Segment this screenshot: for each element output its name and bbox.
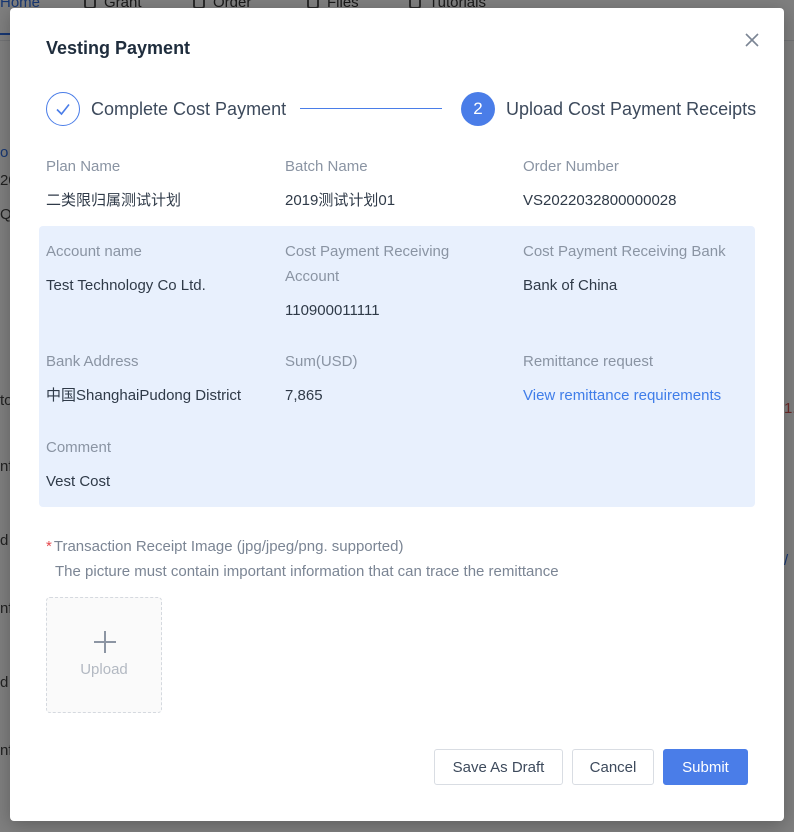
receipt-image-title: Transaction Receipt Image (jpg/jpeg/png.… [53, 538, 404, 555]
required-mark: * [46, 538, 52, 555]
close-button[interactable] [742, 30, 762, 50]
receipt-image-hint: The picture must contain important infor… [55, 563, 559, 580]
step-1-circle [46, 92, 80, 126]
close-icon [745, 33, 759, 47]
upload-button[interactable]: Upload [46, 597, 162, 713]
plan-name-value: 二类限归属测试计划 [46, 192, 182, 209]
step-2-label: Upload Cost Payment Receipts [506, 98, 757, 119]
upload-label: Upload [80, 661, 128, 678]
comment-label: Comment [46, 439, 112, 456]
plan-name-label: Plan Name [46, 158, 121, 175]
vesting-payment-modal: Vesting Payment Complete Cost Payment 2 … [10, 8, 784, 821]
check-icon [56, 104, 70, 116]
receiving-account-label-line2: Account [285, 268, 340, 285]
step-2-circle: 2 [461, 92, 495, 126]
receiving-account-value: 110900011111 [285, 302, 380, 319]
step-complete-cost-payment: Complete Cost Payment [46, 90, 286, 128]
sum-label: Sum(USD) [285, 353, 358, 370]
submit-button[interactable]: Submit [663, 749, 748, 785]
order-number-label: Order Number [523, 158, 619, 175]
bank-address-value: 中国ShanghaiPudong District [46, 387, 242, 404]
cancel-button[interactable]: Cancel [572, 749, 654, 785]
comment-value: Vest Cost [46, 473, 111, 490]
step-1-label: Complete Cost Payment [91, 98, 287, 119]
receiving-account-label: Cost Payment Receiving [285, 243, 450, 260]
receipt-image-label: * Transaction Receipt Image (jpg/jpeg/png… [46, 535, 404, 558]
batch-name-value: 2019测试计划01 [285, 192, 396, 209]
account-name-label: Account name [46, 243, 142, 260]
view-remittance-requirements-link[interactable]: View remittance requirements [523, 383, 721, 408]
batch-name-label: Batch Name [285, 158, 368, 175]
modal-title: Vesting Payment [46, 38, 191, 58]
order-number-value: VS2022032800000028 [523, 192, 677, 209]
plus-icon [94, 631, 116, 653]
receiving-bank-value: Bank of China [523, 277, 618, 294]
step-connector [300, 108, 442, 109]
bank-address-label: Bank Address [46, 353, 139, 370]
sum-value: 7,865 [285, 387, 323, 404]
step-upload-receipts: 2 Upload Cost Payment Receipts [461, 90, 756, 128]
remittance-request-label: Remittance request [523, 353, 654, 370]
account-name-value: Test Technology Co Ltd. [46, 277, 206, 294]
receiving-bank-label: Cost Payment Receiving Bank [523, 243, 726, 260]
save-as-draft-button[interactable]: Save As Draft [434, 749, 563, 785]
